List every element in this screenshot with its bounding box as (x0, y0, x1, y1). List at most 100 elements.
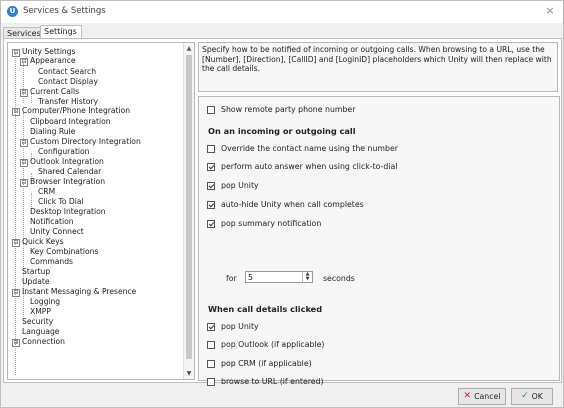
app-logo-icon: U (7, 6, 18, 17)
checkbox-box[interactable] (207, 377, 215, 386)
tree-item-label: CRM (38, 187, 56, 196)
tree-item-label: Unity Settings (22, 47, 76, 56)
tree-item[interactable]: ⊞ Connection (12, 337, 65, 347)
tree-item[interactable]: Click To Dial (28, 197, 84, 207)
tree-item-label: Security (22, 317, 54, 326)
tree-item-label: Clipboard Integration (30, 117, 111, 126)
tree-scrollbar[interactable]: ▲ ▼ (183, 43, 194, 379)
tree-item[interactable]: ⊟ Quick Keys (12, 237, 64, 247)
checkbox-box[interactable] (207, 200, 215, 209)
tree-item[interactable]: Security (12, 317, 53, 327)
collapse-icon[interactable]: ⊟ (20, 179, 28, 187)
tree-item[interactable]: Desktop Integration (20, 207, 106, 217)
tree-item[interactable]: ⊟ Outlook Integration (20, 157, 104, 167)
tree-item[interactable]: Clipboard Integration (20, 117, 111, 127)
collapse-icon[interactable]: ⊟ (12, 239, 20, 247)
scroll-down-arrow-icon[interactable]: ▼ (184, 368, 194, 379)
tree-item[interactable]: Contact Search (28, 67, 96, 77)
browse-url-checkbox[interactable]: browse to URL (if entered) (207, 376, 324, 387)
checkbox-box[interactable] (207, 181, 215, 190)
tree-item[interactable]: ⊟ Instant Messaging & Presence (12, 287, 136, 297)
tree-item-label: Startup (22, 267, 51, 276)
tree-item[interactable]: Startup (12, 267, 50, 277)
auto-answer-checkbox[interactable]: perform auto answer when using click-to-… (207, 161, 397, 172)
tree-item-label: Shared Calendar (38, 167, 102, 176)
stepper-arrows-icon[interactable]: ▲ ▼ (302, 272, 312, 282)
pop-unity-checkbox[interactable]: pop Unity (207, 180, 259, 191)
tree-item-label: Dialing Rule (30, 127, 76, 136)
tree-item-label: Click To Dial (38, 197, 84, 206)
settings-tree: ⊟ Unity Settings ⊟ Appearance Contact Search… (7, 42, 195, 380)
tree-item[interactable]: ⊟ Custom Directory Integration (20, 137, 141, 147)
tree-item[interactable]: Update (12, 277, 50, 287)
tree-item-label: Logging (30, 297, 61, 306)
collapse-icon[interactable]: ⊟ (20, 139, 28, 147)
settings-window: U Services & Settings × Services Setting… (0, 0, 564, 408)
checkbox-box[interactable] (207, 359, 215, 368)
section-heading-details: When call details clicked (208, 304, 323, 314)
tree-item-label: Desktop Integration (30, 207, 106, 216)
tree-item-label: Browser Integration (30, 177, 106, 186)
checkbox-box[interactable] (207, 340, 215, 349)
auto-hide-checkbox[interactable]: auto-hide Unity when call completes (207, 199, 364, 210)
stepper-value: 5 (248, 273, 253, 282)
collapse-icon[interactable]: ⊟ (20, 159, 28, 167)
checkbox-box[interactable] (207, 105, 215, 114)
section-heading-incoming: On an incoming or outgoing call (208, 126, 356, 136)
checkbox-box[interactable] (207, 322, 215, 331)
tree-item[interactable]: Dialing Rule (20, 127, 75, 137)
tree-item[interactable]: Unity Connect (20, 227, 84, 237)
tree-item[interactable]: Notification (20, 217, 74, 227)
tree-item-label: Notification (30, 217, 74, 226)
notification-description: Specify how to be notified of incoming o… (198, 42, 558, 92)
override-contact-checkbox[interactable]: Override the contact name using the numb… (207, 143, 398, 154)
tree-item-label: Transfer History (38, 97, 98, 106)
tree-item-label: Connection (22, 337, 65, 346)
collapse-icon[interactable]: ⊟ (20, 58, 28, 66)
check-icon: ✓ (521, 391, 529, 401)
tree-item-label: Configuration (38, 147, 90, 156)
seconds-stepper[interactable]: 5 ▲ ▼ (245, 271, 313, 283)
tree-item[interactable]: Logging (20, 297, 60, 307)
tree-item[interactable]: ⊟ Appearance (20, 56, 76, 66)
checkbox-box[interactable] (207, 144, 215, 153)
tree-item[interactable]: Commands (20, 257, 73, 267)
pop-crm-checkbox[interactable]: pop CRM (if applicable) (207, 358, 312, 369)
scroll-thumb[interactable] (186, 55, 192, 359)
collapse-icon[interactable]: ⊟ (12, 49, 20, 57)
tree-item[interactable]: ⊟ Browser Integration (20, 177, 105, 187)
checkbox-box[interactable] (207, 162, 215, 171)
tree-item[interactable]: Key Combinations (20, 247, 98, 257)
tree-item[interactable]: Shared Calendar (28, 167, 101, 177)
notification-options: Show remote party phone number On an inc… (198, 96, 560, 386)
tree-item-label: Contact Search (38, 67, 97, 76)
tree-item-label: Custom Directory Integration (30, 137, 141, 146)
pop-outlook-checkbox[interactable]: pop Outlook (if applicable) (207, 339, 324, 350)
scroll-up-arrow-icon[interactable]: ▲ (184, 43, 194, 54)
tree-item[interactable]: ⊟ Computer/Phone Integration (12, 106, 130, 116)
cancel-button[interactable]: ✕ Cancel (458, 388, 506, 405)
title-bar: U Services & Settings × (1, 1, 563, 23)
tree-item-label: Contact Display (38, 77, 98, 86)
checkbox-box[interactable] (207, 219, 215, 228)
tree-item[interactable]: CRM (28, 187, 55, 197)
tree-item-label: Language (22, 327, 60, 336)
collapse-icon[interactable]: ⊟ (12, 108, 20, 116)
close-button[interactable]: × (543, 4, 557, 18)
tree-item[interactable]: Language (12, 327, 59, 337)
collapse-icon[interactable]: ⊟ (12, 289, 20, 297)
ok-button[interactable]: ✓ OK (511, 388, 553, 405)
pop-summary-checkbox[interactable]: pop summary notification (207, 218, 321, 229)
tree-item[interactable]: ⊟ Current Calls (20, 87, 79, 97)
pop-unity-details-checkbox[interactable]: pop Unity (207, 321, 259, 332)
tree-item[interactable]: Configuration (28, 147, 90, 157)
expand-icon[interactable]: ⊞ (12, 339, 20, 347)
settings-panel: ⊟ Unity Settings ⊟ Appearance Contact Search… (3, 38, 562, 386)
tree-item[interactable]: Contact Display (28, 77, 98, 87)
checkbox-label: auto-hide Unity when call completes (221, 200, 364, 209)
tab-settings[interactable]: Settings (40, 25, 82, 38)
tree-item[interactable]: XMPP (20, 307, 51, 317)
show-remote-party-checkbox[interactable]: Show remote party phone number (207, 104, 355, 115)
checkbox-label: pop CRM (if applicable) (221, 359, 312, 368)
collapse-icon[interactable]: ⊟ (20, 89, 28, 97)
